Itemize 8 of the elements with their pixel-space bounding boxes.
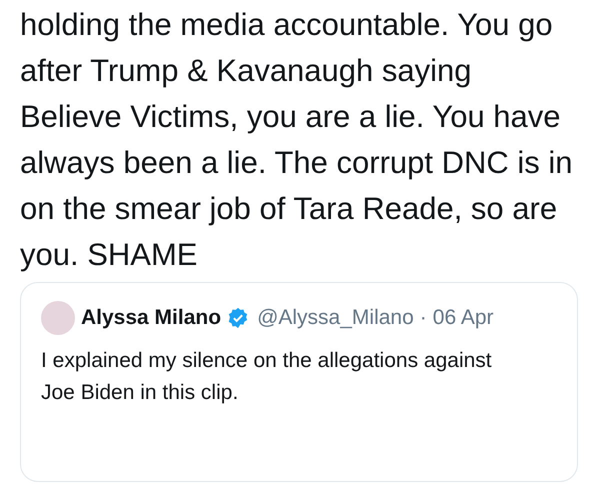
tweet-date: 06 Apr (432, 305, 494, 332)
quoted-tweet-card[interactable]: Alyssa Milano @Alyssa_Milano · 06 Apr I explained my silence on the allegations against Joe Biden in this clip. (20, 282, 578, 482)
separator: · (420, 305, 427, 332)
author-handle: @Alyssa_Milano (257, 305, 414, 332)
avatar (41, 301, 75, 335)
tweet-text: holding the media accountable. You go after Trump & Kavanaugh saying Believe Victims, you are a lie. You have always been a lie. The corrupt DNC is in on the smear job of Tara Reade, so are you. SHAME (20, 6, 574, 274)
author-name: Alyssa Milano (81, 305, 222, 332)
quoted-tweet-text: I explained my silence on the allegations against Joe Biden in this clip. (41, 348, 493, 406)
